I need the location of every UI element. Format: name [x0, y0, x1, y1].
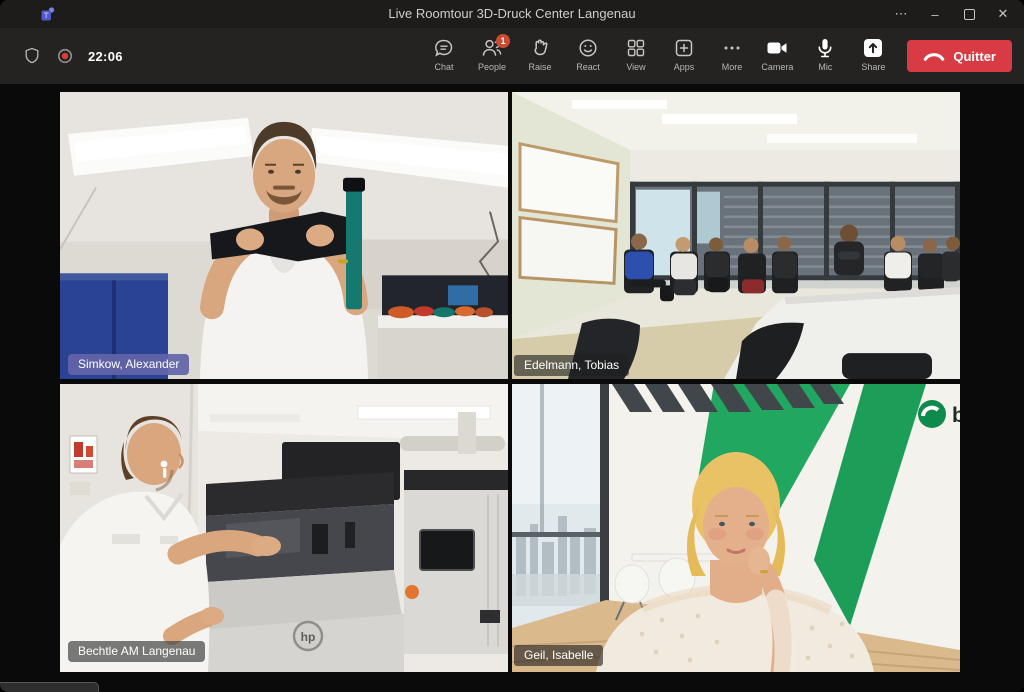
maximize-icon	[964, 9, 975, 20]
video-tile-edelmann-tobias[interactable]: Edelmann, Tobias	[512, 92, 960, 379]
participant-name-label: Simkow, Alexander	[68, 354, 189, 375]
share-button[interactable]: Share	[849, 33, 897, 72]
window-more-button[interactable]: ⋯	[884, 0, 918, 28]
grid-view-icon	[624, 36, 648, 60]
react-button[interactable]: React	[564, 33, 612, 72]
window-close-button[interactable]: ✕	[986, 0, 1020, 28]
participant-name-label: Geil, Isabelle	[514, 645, 603, 666]
hp-logo-text: hp	[301, 630, 316, 644]
view-button[interactable]: View	[612, 33, 660, 72]
video-tile-geil-isabelle[interactable]: be	[512, 384, 960, 672]
apps-label: Apps	[674, 62, 695, 72]
chat-bubble-icon	[432, 36, 456, 60]
titlebar: Live Roomtour 3D-Druck Center Langenau ⋯…	[0, 0, 1024, 28]
ellipsis-icon	[720, 36, 744, 60]
background-window-corner	[0, 682, 99, 692]
raised-hand-icon	[528, 36, 552, 60]
more-button[interactable]: More	[708, 33, 756, 72]
leave-label: Quitter	[953, 49, 996, 64]
participant-name-label: Edelmann, Tobias	[514, 355, 629, 376]
window-controls: ⋯ – ✕	[884, 0, 1020, 28]
apps-button[interactable]: Apps	[660, 33, 708, 72]
leave-button[interactable]: Quitter	[907, 40, 1012, 72]
microphone-icon	[813, 36, 837, 60]
participant-name-label: Bechtle AM Langenau	[68, 641, 205, 662]
share-screen-icon	[861, 36, 885, 60]
chat-label: Chat	[434, 62, 453, 72]
meeting-status-cluster: 22:06	[22, 28, 123, 84]
camera-icon	[765, 36, 789, 60]
view-label: View	[626, 62, 645, 72]
raise-label: Raise	[528, 62, 551, 72]
meeting-toolbar: 22:06 Chat People 1	[0, 28, 1024, 84]
people-label: People	[478, 62, 506, 72]
window-maximize-button[interactable]	[952, 0, 986, 28]
hangup-icon	[923, 50, 945, 62]
apps-plus-icon	[672, 36, 696, 60]
toolbar-right-cluster: Camera Mic Share	[753, 33, 1012, 72]
bechtle-logo-text: be	[952, 404, 960, 427]
more-label: More	[722, 62, 743, 72]
people-badge: 1	[496, 34, 510, 48]
teams-meeting-window: Live Roomtour 3D-Druck Center Langenau ⋯…	[0, 0, 1024, 692]
camera-button[interactable]: Camera	[753, 33, 801, 72]
raise-hand-button[interactable]: Raise	[516, 33, 564, 72]
share-label: Share	[861, 62, 885, 72]
video-tile-simkow-alexander[interactable]: Simkow, Alexander	[60, 92, 508, 379]
meeting-timer: 22:06	[88, 49, 123, 64]
chat-button[interactable]: Chat	[420, 33, 468, 72]
mic-button[interactable]: Mic	[801, 33, 849, 72]
window-title: Live Roomtour 3D-Druck Center Langenau	[0, 0, 1024, 28]
simkow-video-scene	[60, 92, 508, 379]
recording-indicator-icon	[55, 46, 75, 66]
mic-label: Mic	[818, 62, 832, 72]
window-minimize-button[interactable]: –	[918, 0, 952, 28]
edelmann-video-scene	[512, 92, 960, 379]
geil-video-scene: be	[512, 384, 960, 672]
shield-icon[interactable]	[22, 46, 42, 66]
camera-label: Camera	[761, 62, 793, 72]
smiley-icon	[576, 36, 600, 60]
react-label: React	[576, 62, 600, 72]
video-stage: Simkow, Alexander	[0, 84, 1024, 692]
people-button[interactable]: People 1	[468, 33, 516, 72]
video-tile-bechtle-am-langenau[interactable]: hp	[60, 384, 508, 672]
toolbar-center-cluster: Chat People 1 Raise	[420, 33, 756, 72]
bechtle-video-scene: hp	[60, 384, 508, 672]
